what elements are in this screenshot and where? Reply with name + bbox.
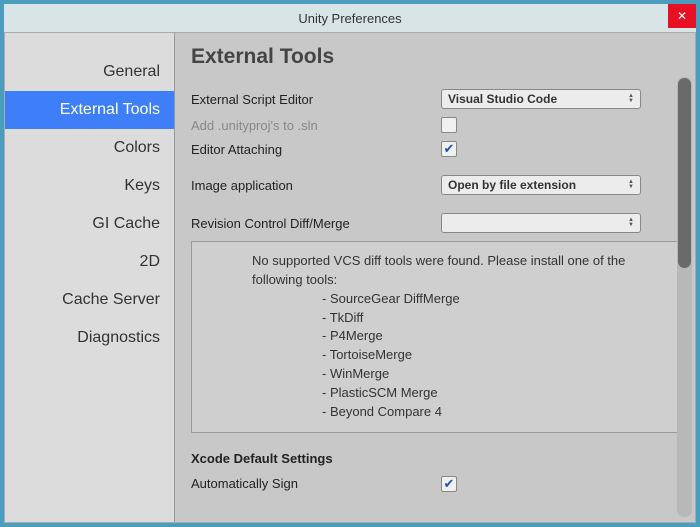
sidebar-item-cache-server[interactable]: Cache Server bbox=[5, 281, 174, 319]
vcs-info-intro: No supported VCS diff tools were found. … bbox=[252, 252, 664, 290]
auto-sign-label: Automatically Sign bbox=[191, 476, 441, 491]
add-unityproj-label: Add .unityproj's to .sln bbox=[191, 118, 441, 133]
editor-attaching-checkbox[interactable]: ✔ bbox=[441, 141, 457, 157]
window-body: General External Tools Colors Keys GI Ca… bbox=[4, 32, 696, 523]
editor-attaching-label: Editor Attaching bbox=[191, 142, 441, 157]
vcs-tool-item: - PlasticSCM Merge bbox=[322, 384, 664, 403]
close-button[interactable]: ✕ bbox=[668, 4, 696, 28]
scrollbar[interactable] bbox=[677, 77, 692, 517]
close-icon: ✕ bbox=[677, 9, 687, 23]
row-add-unityproj: Add .unityproj's to .sln bbox=[191, 117, 679, 133]
vcs-tool-item: - Beyond Compare 4 bbox=[322, 403, 664, 422]
scrollbar-thumb[interactable] bbox=[678, 78, 691, 268]
image-app-value: Open by file extension bbox=[448, 178, 576, 192]
image-app-dropdown[interactable]: Open by file extension ▲▼ bbox=[441, 175, 641, 195]
content-panel: External Tools External Script Editor Vi… bbox=[175, 33, 695, 522]
row-script-editor: External Script Editor Visual Studio Cod… bbox=[191, 89, 679, 109]
check-icon: ✔ bbox=[444, 476, 455, 492]
vcs-tool-item: - TkDiff bbox=[322, 309, 664, 328]
vcs-tool-item: - SourceGear DiffMerge bbox=[322, 290, 664, 309]
vcs-tool-list: - SourceGear DiffMerge - TkDiff - P4Merg… bbox=[252, 290, 664, 422]
vcs-tool-item: - WinMerge bbox=[322, 365, 664, 384]
sidebar: General External Tools Colors Keys GI Ca… bbox=[5, 33, 175, 522]
sidebar-item-diagnostics[interactable]: Diagnostics bbox=[5, 319, 174, 357]
dropdown-arrows-icon: ▲▼ bbox=[628, 180, 634, 190]
check-icon: ✔ bbox=[444, 141, 455, 157]
page-title: External Tools bbox=[191, 45, 679, 69]
dropdown-arrows-icon: ▲▼ bbox=[628, 218, 634, 228]
dropdown-arrows-icon: ▲▼ bbox=[628, 94, 634, 104]
image-app-label: Image application bbox=[191, 178, 441, 193]
row-image-app: Image application Open by file extension… bbox=[191, 175, 679, 195]
sidebar-item-colors[interactable]: Colors bbox=[5, 129, 174, 167]
vcs-info-box: No supported VCS diff tools were found. … bbox=[191, 241, 679, 433]
sidebar-item-keys[interactable]: Keys bbox=[5, 167, 174, 205]
vcs-tool-item: - TortoiseMerge bbox=[322, 346, 664, 365]
xcode-section-header: Xcode Default Settings bbox=[191, 451, 679, 466]
sidebar-item-general[interactable]: General bbox=[5, 53, 174, 91]
sidebar-item-external-tools[interactable]: External Tools bbox=[5, 91, 174, 129]
titlebar: Unity Preferences ✕ bbox=[4, 4, 696, 32]
row-auto-sign: Automatically Sign ✔ bbox=[191, 476, 679, 492]
add-unityproj-checkbox[interactable] bbox=[441, 117, 457, 133]
sidebar-item-gi-cache[interactable]: GI Cache bbox=[5, 205, 174, 243]
diff-merge-dropdown[interactable]: ▲▼ bbox=[441, 213, 641, 233]
script-editor-value: Visual Studio Code bbox=[448, 92, 557, 106]
auto-sign-checkbox[interactable]: ✔ bbox=[441, 476, 457, 492]
script-editor-label: External Script Editor bbox=[191, 92, 441, 107]
row-editor-attaching: Editor Attaching ✔ bbox=[191, 141, 679, 157]
row-diff-merge: Revision Control Diff/Merge ▲▼ bbox=[191, 213, 679, 233]
script-editor-dropdown[interactable]: Visual Studio Code ▲▼ bbox=[441, 89, 641, 109]
vcs-tool-item: - P4Merge bbox=[322, 327, 664, 346]
sidebar-item-2d[interactable]: 2D bbox=[5, 243, 174, 281]
diff-merge-label: Revision Control Diff/Merge bbox=[191, 216, 441, 231]
window-title: Unity Preferences bbox=[298, 11, 401, 26]
